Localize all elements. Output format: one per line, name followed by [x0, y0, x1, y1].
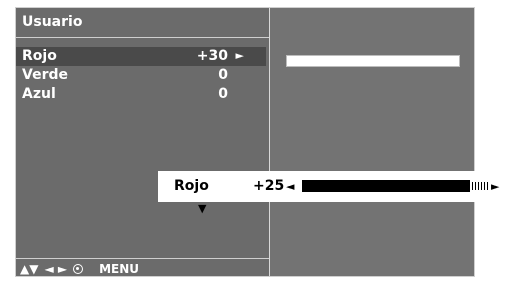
footer-divider	[16, 258, 269, 259]
preview-bar	[286, 55, 460, 67]
left-arrow-icon[interactable]: ◄	[286, 180, 294, 193]
right-arrow-icon[interactable]: ►	[491, 180, 499, 193]
preview-panel	[270, 8, 474, 276]
menu-hint-label: MENU	[99, 262, 140, 276]
osd-screen: Usuario Rojo +30 ► Verde 0 Azul 0 ▲▼ ◄ ►…	[15, 7, 475, 277]
right-arrow-icon: ►	[235, 49, 244, 62]
menu-item-label: Azul	[22, 86, 56, 102]
menu-item-value: 0	[218, 86, 228, 102]
adjust-popup[interactable]: Rojo +25 ◄ ►	[158, 171, 516, 202]
level-slider[interactable]	[302, 180, 470, 192]
title-divider	[16, 37, 269, 38]
menu-title: Usuario	[22, 14, 83, 30]
menu-item-label: Rojo	[22, 48, 57, 64]
nav-hint-bar: ▲▼ ◄ ► MENU	[20, 262, 139, 276]
menu-item-rojo[interactable]: Rojo +30 ►	[16, 47, 266, 66]
left-right-arrows-icon: ◄ ►	[44, 262, 68, 276]
ok-button-icon	[73, 264, 84, 274]
menu-item-value: +30	[196, 48, 228, 64]
popup-label: Rojo	[174, 178, 209, 194]
level-slider-fill	[302, 180, 454, 192]
up-down-arrows-icon: ▲▼	[20, 262, 39, 276]
popup-value: +25	[253, 178, 285, 194]
down-arrow-icon: ▼	[198, 202, 207, 215]
menu-panel: Usuario Rojo +30 ► Verde 0 Azul 0 ▲▼ ◄ ►…	[16, 8, 270, 276]
menu-item-azul[interactable]: Azul 0	[16, 85, 266, 104]
menu-item-label: Verde	[22, 67, 68, 83]
menu-item-verde[interactable]: Verde 0	[16, 66, 266, 85]
menu-item-value: 0	[218, 67, 228, 83]
slider-ticks	[472, 182, 490, 190]
